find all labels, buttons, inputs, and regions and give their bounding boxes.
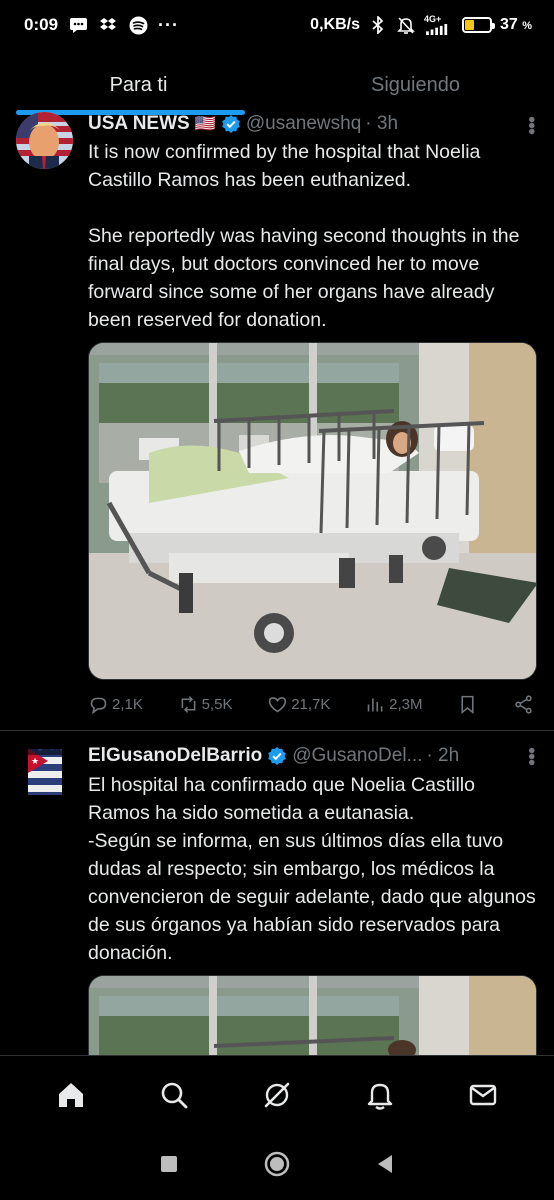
nav-grok[interactable] [249,1067,305,1123]
recents-button[interactable] [160,1155,178,1178]
tweet-actions: 2,1K 5,5K 21,7K 2,3M [88,694,534,715]
tweet[interactable]: ★ ElGusanoDelBarrio @GusanoDel... · 2h •… [0,731,554,1055]
status-time: 0:09 [24,15,59,34]
notifications-icon [367,1083,392,1110]
nav-search[interactable] [146,1067,202,1123]
tab-label: Para ti [109,73,168,96]
tweet-text: It is now confirmed by the hospital that… [88,141,520,331]
more-options-icon[interactable]: ••• [520,116,542,134]
tweet[interactable]: USA NEWS 🇺🇸 @usanewshq · 3h ••• It is no… [0,112,554,730]
timeline-feed[interactable]: USA NEWS 🇺🇸 @usanewshq · 3h ••• It is no… [0,112,554,1055]
reply-button[interactable]: 2,1K [88,694,143,715]
tab-para-ti[interactable]: Para ti [0,55,277,115]
tweet-time[interactable]: · 2h [426,745,459,767]
tab-siguiendo[interactable]: Siguiendo [277,55,554,115]
author-name[interactable]: USA NEWS [88,113,190,135]
bookmark-icon [461,695,474,715]
views-button[interactable]: 2,3M [365,694,422,715]
back-icon [378,1155,392,1173]
view-count: 2,3M [389,696,423,713]
like-count: 21,7K [291,696,331,713]
tweet-header: ElGusanoDelBarrio @GusanoDel... · 2h [88,745,538,767]
verified-badge-icon [267,746,287,766]
heart-icon [269,697,287,713]
nav-messages[interactable] [455,1067,511,1123]
net-speed: 0,KB/s [310,16,360,33]
status-more-dots: ··· [158,14,180,35]
flag-emoji: 🇺🇸 [194,114,216,133]
recents-icon [161,1156,177,1172]
tab-label: Siguiendo [371,73,460,96]
avatar[interactable]: ★ [16,745,73,802]
tweet-media-image[interactable] [88,342,537,680]
spotify-icon [128,15,148,35]
repost-icon [181,696,196,713]
home-icon [59,1082,84,1107]
repost-count: 5,5K [201,696,233,713]
svg-text:★: ★ [31,757,39,767]
author-name[interactable]: ElGusanoDelBarrio [88,745,262,767]
status-bar: 0:09 ··· 0,KB/s 4G+ 37 % [0,0,554,50]
nav-home[interactable] [43,1067,99,1123]
views-icon [367,698,383,712]
avatar[interactable] [16,112,73,169]
dropbox-icon [98,15,118,35]
signal-label: 4G+ [423,14,442,24]
author-handle[interactable]: @GusanoDel... [292,745,422,767]
bluetooth-icon [368,15,388,35]
nav-notifications[interactable] [352,1067,408,1123]
tweet-header: USA NEWS 🇺🇸 @usanewshq · 3h [88,113,538,135]
share-icon [515,695,532,714]
share-button[interactable] [513,694,534,715]
battery-fill [464,20,474,30]
messages-icon [469,1084,496,1105]
system-back-button[interactable] [376,1154,394,1179]
tweet-text: El hospital ha confirmado que Noelia Cas… [88,774,536,964]
system-navigation-bar [0,1133,554,1200]
reply-icon [90,697,107,715]
bookmark-button[interactable] [457,694,478,715]
system-home-button[interactable] [263,1150,291,1183]
reply-count: 2,1K [112,696,143,713]
message-icon [68,15,88,35]
search-icon [161,1082,188,1108]
author-handle[interactable]: @usanewshq [246,113,361,135]
timeline-tabs: Para ti Siguiendo [0,55,554,115]
home-circle-icon [264,1151,290,1177]
mute-bell-icon [396,15,416,35]
battery-percent: 37 % [499,16,532,33]
verified-badge-icon [221,114,241,134]
signal-icon: 4G+ [424,15,454,35]
more-options-icon[interactable]: ••• [520,747,542,765]
bottom-nav [0,1055,554,1133]
tweet-media-image[interactable] [88,975,537,1055]
tweet-time[interactable]: · 3h [365,113,398,135]
like-button[interactable]: 21,7K [267,694,330,715]
repost-button[interactable]: 5,5K [178,694,233,715]
battery-icon [461,17,495,33]
grok-icon [264,1082,290,1107]
